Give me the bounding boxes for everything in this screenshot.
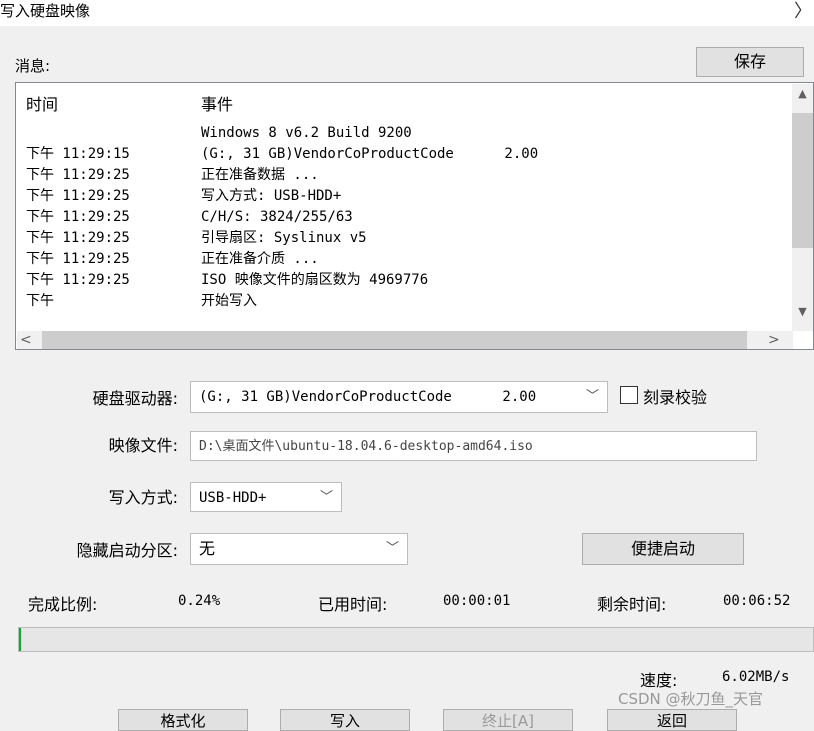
verify-label[interactable]: 刻录校验: [643, 384, 707, 408]
speed-value: 6.02MB/s: [722, 669, 790, 685]
log-event: (G:, 31 GB)VendorCoProductCode 2.00: [201, 146, 539, 162]
window-title: 写入硬盘映像: [0, 2, 91, 20]
log-row[interactable]: 下午 11:29:25 ISO 映像文件的扇区数为 4969776: [16, 270, 796, 291]
drive-select-value: (G:, 31 GB)VendorCoProductCode 2.00: [199, 389, 537, 405]
elapsed-label: 已用时间:: [318, 595, 388, 614]
log-event: 正在准备数据 ...: [201, 167, 319, 183]
log-time: 下午 11:29:25: [26, 167, 130, 183]
log-time: 下午: [26, 293, 54, 309]
log-event: 正在准备介质 ...: [201, 251, 319, 267]
log-time: 下午 11:29:25: [26, 209, 130, 225]
log-time: 下午 11:29:25: [26, 230, 130, 246]
verify-checkbox[interactable]: [620, 386, 638, 404]
write-mode-label: 写入方式:: [108, 488, 178, 507]
log-event: 写入方式: USB-HDD+: [201, 188, 342, 204]
log-row[interactable]: 下午 11:29:25 C/H/S: 3824/255/63: [16, 207, 796, 228]
log-time: 下午 11:29:25: [26, 188, 130, 204]
write-mode-select[interactable]: USB-HDD+ ﹀: [190, 482, 342, 512]
log-event: 开始写入: [201, 293, 257, 309]
remaining-label: 剩余时间:: [597, 595, 667, 614]
remaining-value: 00:06:52: [723, 593, 791, 609]
horizontal-scroll-thumb[interactable]: [42, 331, 747, 349]
log-event: 引导扇区: Syslinux v5: [201, 230, 367, 246]
vertical-scroll-thumb[interactable]: [792, 113, 813, 248]
progress-bar: [18, 627, 814, 652]
chevron-down-icon: ﹀: [385, 541, 399, 556]
log-time: 下午 11:29:25: [26, 251, 130, 267]
quick-boot-button[interactable]: 便捷启动: [582, 533, 744, 565]
log-row[interactable]: 下午 11:29:15 (G:, 31 GB)VendorCoProductCod…: [16, 144, 796, 165]
watermark: CSDN @秋刀鱼_天官: [618, 690, 764, 708]
chevron-down-icon: ﹀: [319, 490, 333, 505]
save-button[interactable]: 保存: [696, 47, 804, 77]
format-button[interactable]: 格式化: [118, 709, 248, 731]
log-row[interactable]: 下午 开始写入: [16, 291, 796, 312]
scroll-left-icon[interactable]: <: [20, 331, 32, 349]
image-file-field[interactable]: D:\桌面文件\ubuntu-18.04.6-desktop-amd64.iso: [190, 431, 757, 461]
progress-fill: [19, 628, 21, 651]
log-event: C/H/S: 3824/255/63: [201, 209, 353, 225]
log-row[interactable]: Windows 8 v6.2 Build 9200: [16, 123, 796, 144]
scroll-right-icon[interactable]: >: [768, 331, 780, 349]
log-row[interactable]: 下午 11:29:25 正在准备介质 ...: [16, 249, 796, 270]
message-log[interactable]: 时间 事件 Windows 8 v6.2 Build 9200 下午 11:29:…: [15, 82, 814, 350]
column-header-time[interactable]: 时间: [26, 91, 58, 115]
hidden-partition-label: 隐藏启动分区:: [76, 541, 178, 560]
image-file-label: 映像文件:: [108, 436, 178, 455]
chevron-down-icon: ﹀: [585, 389, 599, 404]
log-event: ISO 映像文件的扇区数为 4969776: [201, 272, 429, 288]
close-icon[interactable]: 〉: [794, 0, 812, 24]
completion-label: 完成比例:: [28, 595, 98, 614]
hidden-partition-value: 无: [199, 539, 216, 558]
completion-value: 0.24%: [178, 593, 221, 609]
log-row[interactable]: 下午 11:29:25 写入方式: USB-HDD+: [16, 186, 796, 207]
log-event: Windows 8 v6.2 Build 9200: [201, 125, 412, 141]
drive-select[interactable]: (G:, 31 GB)VendorCoProductCode 2.00 ﹀: [190, 381, 608, 413]
drive-label: 硬盘驱动器:: [92, 389, 178, 408]
log-row[interactable]: 下午 11:29:25 正在准备数据 ...: [16, 165, 796, 186]
abort-button[interactable]: 终止[A]: [443, 709, 573, 731]
scroll-up-icon[interactable]: ▲: [792, 87, 813, 105]
log-rows: Windows 8 v6.2 Build 9200 下午 11:29:15 (G:,…: [16, 123, 796, 312]
messages-label: 消息:: [15, 57, 51, 75]
elapsed-value: 00:00:01: [443, 593, 511, 609]
scroll-down-icon[interactable]: ▼: [792, 305, 813, 323]
write-button[interactable]: 写入: [280, 709, 410, 731]
back-button[interactable]: 返回: [607, 709, 737, 731]
log-time: 下午 11:29:15: [26, 146, 130, 162]
log-time: 下午 11:29:25: [26, 272, 130, 288]
write-mode-value: USB-HDD+: [199, 490, 267, 506]
hidden-partition-select[interactable]: 无 ﹀: [190, 533, 408, 565]
column-header-event[interactable]: 事件: [201, 91, 233, 115]
title-bar: [0, 0, 814, 26]
log-row[interactable]: 下午 11:29:25 引导扇区: Syslinux v5: [16, 228, 796, 249]
